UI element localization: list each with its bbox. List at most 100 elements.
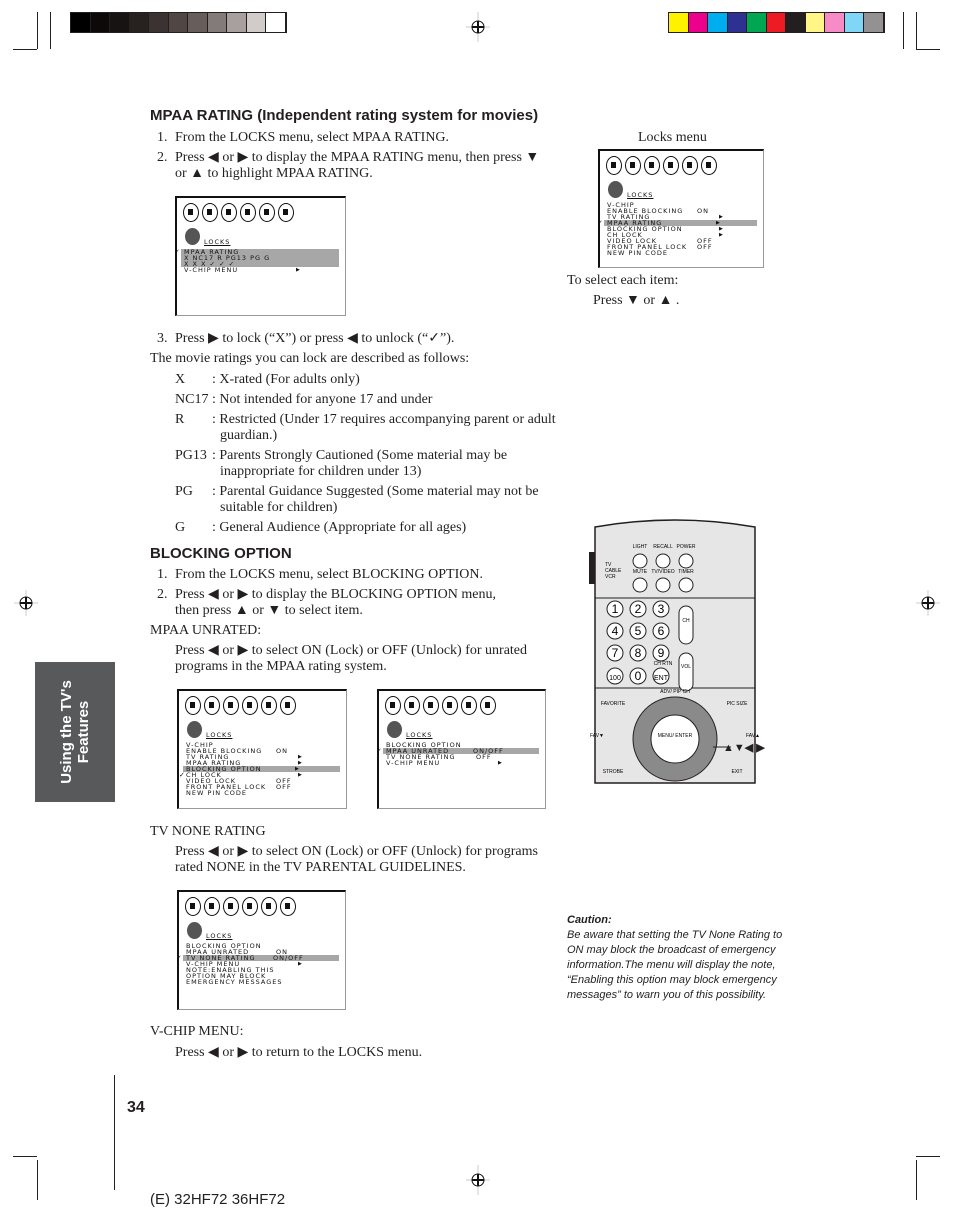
crop-mark <box>37 1160 38 1200</box>
step-text: then press ▲ or ▼ to select item. <box>175 603 363 618</box>
remote-function-button <box>655 553 671 569</box>
remote-label: MENU/ ENTER <box>658 733 693 739</box>
tv-none-label: TV NONE RATING <box>150 824 266 839</box>
theater-icon <box>261 897 277 916</box>
menu-icon-row <box>385 696 496 715</box>
color-swatch <box>669 13 689 32</box>
remote-label: VCR <box>605 574 616 580</box>
crop-mark <box>13 1156 37 1157</box>
rating-description: : X-rated (For adults only) <box>212 372 360 387</box>
vchip-label: V-CHIP MENU: <box>150 1024 244 1039</box>
tv-none-text: Press ◀ or ▶ to select ON (Lock) or OFF … <box>175 844 538 859</box>
remote-key-label: 5 <box>635 624 642 638</box>
page-rule <box>114 1075 115 1190</box>
page-number: 34 <box>127 1099 145 1116</box>
step-text: From the LOCKS menu, select MPAA RATING. <box>175 130 450 145</box>
crop-mark <box>13 49 37 50</box>
step-text: or ▲ to highlight MPAA RATING. <box>175 166 373 181</box>
remote-rocker <box>678 652 694 692</box>
color-swatch <box>168 13 188 32</box>
locks-menu-caption: Locks menu <box>638 130 707 145</box>
rating-code: G <box>175 520 186 535</box>
pip-icon <box>442 696 458 715</box>
color-swatch <box>766 13 786 32</box>
remote-key-label: 0 <box>635 669 642 683</box>
tv-none-text: rated NONE in the TV PARENTAL GUIDELINES… <box>175 860 466 875</box>
remote-function-button <box>655 577 671 593</box>
audio-icon <box>204 897 220 916</box>
locks-icon <box>280 897 296 916</box>
remote-label: VOL <box>681 664 691 670</box>
menu-lines: V-CHIP ENABLE BLOCKING ON TV RATING ▶ MPAA… <box>597 202 757 256</box>
menu-icon-row <box>183 203 294 222</box>
remote-key-label: 8 <box>635 646 642 660</box>
rating-description: : Parental Guidance Suggested (Some mate… <box>212 484 539 499</box>
pip-icon <box>240 203 256 222</box>
remote-label: FAVORITE <box>601 701 626 707</box>
blocking-option-menu-screen: LOCKS BLOCKING OPTION MPAA UNRATED ON/OFF ✓… <box>376 689 546 809</box>
menu-title: LOCKS <box>204 238 231 246</box>
remote-label: CH RTN <box>654 661 673 667</box>
pointer-check-icon: ✓ <box>179 771 186 779</box>
color-swatch <box>246 13 266 32</box>
pointer-check-icon: ✓ <box>176 954 183 962</box>
color-swatch <box>207 13 227 32</box>
color-swatch <box>864 13 884 32</box>
mpaa-heading: MPAA RATING (Independent rating system f… <box>150 107 539 124</box>
arrow-right-icon: ▶ <box>498 760 503 766</box>
rating-code: X <box>175 372 186 387</box>
menu-item-label: V-CHIP MENU <box>184 266 239 274</box>
remote-key-label: 4 <box>612 624 619 638</box>
step-number: 2. <box>157 150 168 165</box>
theater-icon <box>259 203 275 222</box>
locks-menu-icon <box>608 181 623 198</box>
pip-icon <box>242 696 258 715</box>
color-swatch <box>708 13 728 32</box>
color-bar <box>668 12 885 33</box>
remote-key-label: 100 <box>609 675 621 682</box>
audio-icon <box>625 156 641 175</box>
locks-menu-blocking-screen: LOCKS V-CHIP ENABLE BLOCKING ON TV RATING ▶… <box>177 689 347 809</box>
color-swatch <box>110 13 130 32</box>
section-tab-line: Using the TV's <box>58 680 75 784</box>
rating-code: PG13 <box>175 448 207 463</box>
rating-description: inappropriate for children under 13) <box>220 464 422 479</box>
theater-icon <box>261 696 277 715</box>
remote-label: TV/VIDEO <box>651 569 674 575</box>
color-swatch <box>747 13 767 32</box>
blocking-heading: BLOCKING OPTION <box>150 545 292 562</box>
rating-code: R <box>175 412 185 427</box>
color-swatch <box>727 13 747 32</box>
theater-icon <box>682 156 698 175</box>
remote-key-label: 7 <box>612 646 619 660</box>
audio-icon <box>202 203 218 222</box>
menu-title: LOCKS <box>406 731 433 739</box>
remote-label: TIMER <box>678 569 694 575</box>
remote-key-label: 6 <box>658 624 665 638</box>
color-swatch <box>149 13 169 32</box>
rating-code: NC17 <box>175 392 209 407</box>
setup-icon <box>223 897 239 916</box>
menu-title: LOCKS <box>206 932 233 940</box>
caution-text: Be aware that setting the TV None Rating… <box>567 929 783 1001</box>
color-swatch <box>266 13 286 32</box>
remote-label: STROBE <box>603 769 624 775</box>
step-text: Press ◀ or ▶ to display the BLOCKING OPT… <box>175 587 496 602</box>
section-tab-line: Features <box>75 700 92 764</box>
step-text: Press ▶ to lock (“X”) or press ◀ to unlo… <box>175 331 455 346</box>
crop-mark <box>903 12 904 49</box>
remote-label: FAV▲ <box>746 733 760 739</box>
crop-mark <box>916 12 917 49</box>
step-text: Press ◀ or ▶ to display the MPAA RATING … <box>175 150 540 165</box>
remote-key-label: ENT <box>654 675 669 682</box>
picture-icon <box>606 156 622 175</box>
remote-label: RECALL <box>653 544 673 550</box>
step-number: 1. <box>157 567 168 582</box>
remote-function-button <box>678 577 694 593</box>
crop-mark <box>916 1160 917 1200</box>
menu-item-label: NEW PIN CODE <box>186 789 247 797</box>
rating-description: : Not intended for anyone 17 and under <box>212 392 433 407</box>
rating-description: : General Audience (Appropriate for all … <box>212 520 467 535</box>
locks-menu-icon <box>187 721 202 738</box>
registration-mark-icon <box>916 590 940 616</box>
